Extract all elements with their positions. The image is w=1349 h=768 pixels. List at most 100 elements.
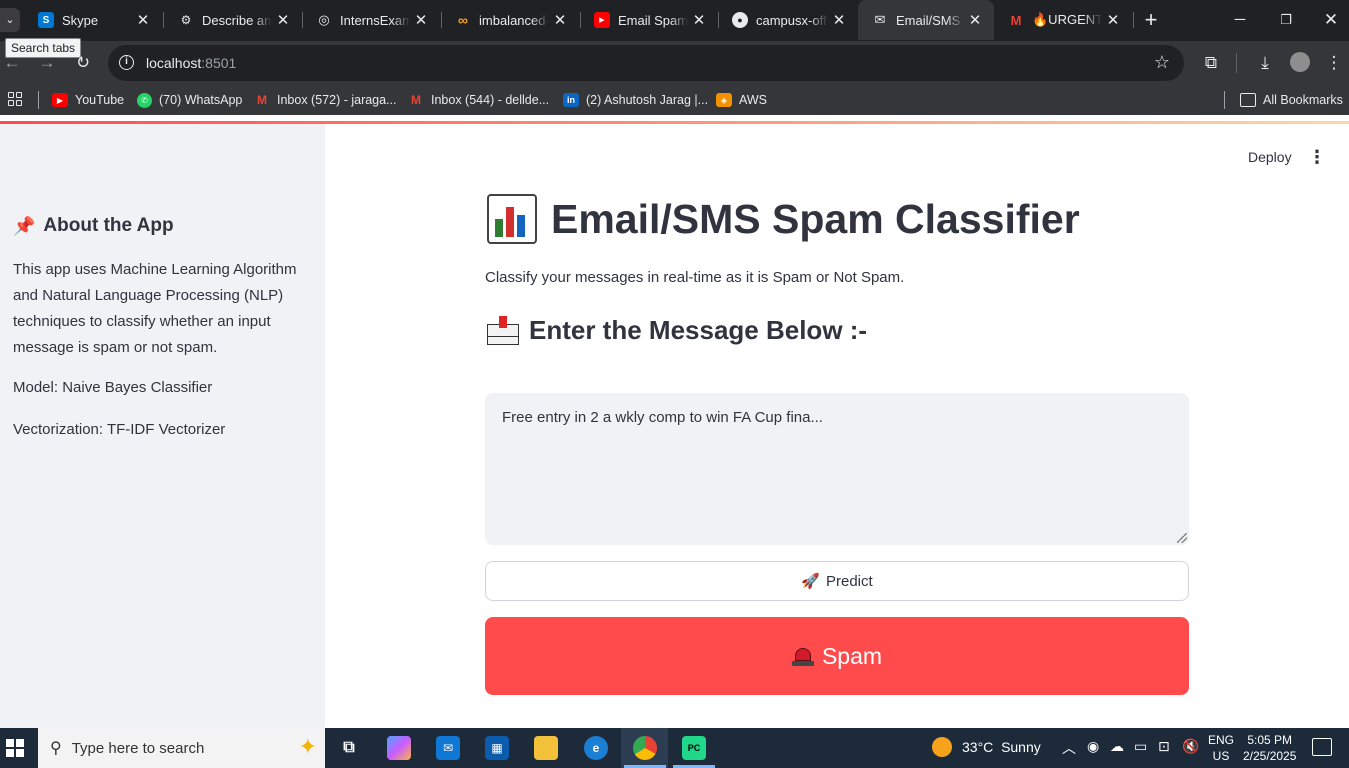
- clock[interactable]: 5:05 PM 2/25/2025: [1243, 732, 1296, 764]
- bookmark-label: (2) Ashutosh Jarag |...: [586, 93, 709, 107]
- tab-title: Email Spam: [618, 12, 688, 28]
- input-heading: Enter the Message Below :-: [487, 315, 867, 346]
- inbox-envelope-icon: [487, 315, 520, 346]
- tab-title: 🔥URGENT: S: [1032, 12, 1102, 27]
- bookmark-whatsapp[interactable]: ✆ (70) WhatsApp: [137, 91, 242, 109]
- tab-title: InternsExam: [340, 12, 410, 28]
- tab-title: campusx-off: [756, 12, 827, 28]
- new-tab-plus-icon[interactable]: +: [1139, 6, 1163, 34]
- result-banner-spam: Spam: [485, 617, 1189, 695]
- network-icon[interactable]: ⊡: [1158, 738, 1170, 755]
- minimize-icon[interactable]: ─: [1217, 6, 1263, 34]
- close-tab-icon[interactable]: ✕: [132, 11, 154, 29]
- tab-email-spam-video[interactable]: ▶ Email Spam ✕: [580, 0, 718, 40]
- download-icon[interactable]: ⤓: [1254, 52, 1276, 74]
- apps-grid-icon[interactable]: [8, 92, 22, 106]
- tab-title: Describe and: [202, 12, 272, 28]
- task-view-icon[interactable]: ⧉: [337, 736, 361, 760]
- bar-chart-icon: [487, 194, 537, 244]
- tab-describe[interactable]: ⚙ Describe and ✕: [164, 0, 302, 40]
- tab-campusx[interactable]: ● campusx-off ✕: [718, 0, 858, 40]
- tab-gmail-urgent[interactable]: M 🔥URGENT: S ✕: [994, 0, 1132, 40]
- tab-title: imbalanced-: [479, 12, 549, 28]
- tab-spam-classifier-active[interactable]: ✉ Email/SMS S ✕: [858, 0, 994, 40]
- notifications-icon[interactable]: [1312, 738, 1332, 756]
- extensions-icon[interactable]: ⧉: [1200, 52, 1222, 74]
- onedrive-icon[interactable]: ☁: [1110, 738, 1124, 755]
- close-tab-icon[interactable]: ✕: [410, 11, 432, 29]
- pycharm-icon[interactable]: PC: [682, 736, 706, 760]
- predict-button[interactable]: 🚀 Predict: [485, 561, 1189, 601]
- bookmark-gmail-572[interactable]: M Inbox (572) - jaraga...: [254, 91, 397, 109]
- sun-icon: [932, 737, 952, 757]
- edge-icon[interactable]: e: [584, 736, 608, 760]
- message-input[interactable]: Free entry in 2 a wkly comp to win FA Cu…: [485, 393, 1189, 545]
- close-window-icon[interactable]: ✕: [1308, 6, 1349, 34]
- rocket-icon: 🚀: [801, 573, 820, 590]
- tab-separator: [1133, 12, 1134, 28]
- battery-icon[interactable]: ▭: [1134, 738, 1147, 755]
- chrome-icon[interactable]: [633, 736, 657, 760]
- profile-avatar[interactable]: [1290, 52, 1310, 72]
- tab-skype[interactable]: S Skype ✕: [24, 0, 162, 40]
- main-menu-icon[interactable]: ⋮: [1308, 148, 1326, 166]
- file-explorer-icon[interactable]: [534, 736, 558, 760]
- close-tab-icon[interactable]: ✕: [688, 11, 710, 29]
- sidebar-heading: 📌 About the App: [13, 215, 174, 236]
- close-tab-icon[interactable]: ✕: [964, 11, 986, 29]
- tab-imbalanced[interactable]: ∞ imbalanced- ✕: [441, 0, 579, 40]
- tab-internsexam[interactable]: ◎ InternsExam ✕: [302, 0, 440, 40]
- bookmark-linkedin[interactable]: in (2) Ashutosh Jarag |...: [563, 91, 708, 109]
- restore-icon[interactable]: ❐: [1263, 6, 1309, 34]
- copilot-icon[interactable]: [387, 736, 411, 760]
- bookmark-gmail-544[interactable]: M Inbox (544) - dellde...: [408, 91, 549, 109]
- browser-toolbar: ← → ↻ i localhost:8501 ☆ ⧉ ⤓ ⋮: [0, 41, 1349, 85]
- bookmark-youtube[interactable]: ▶ YouTube: [52, 91, 124, 109]
- bookmark-label: Inbox (572) - jaraga...: [277, 93, 397, 107]
- siren-icon: [791, 646, 814, 666]
- close-tab-icon[interactable]: ✕: [272, 11, 294, 29]
- deploy-button[interactable]: Deploy: [1240, 147, 1300, 167]
- sidebar-model: Model: Naive Bayes Classifier: [13, 379, 213, 396]
- tray-chevron-icon[interactable]: ︿: [1062, 738, 1076, 758]
- close-tab-icon[interactable]: ✕: [1102, 11, 1124, 29]
- skype-icon: S: [38, 12, 54, 28]
- all-bookmarks-folder[interactable]: All Bookmarks: [1240, 91, 1343, 109]
- tab-search-button[interactable]: ⌄: [0, 8, 20, 32]
- tooltip-search-tabs: Search tabs: [5, 38, 82, 58]
- weather-widget[interactable]: 33°C Sunny: [932, 737, 1041, 757]
- volume-muted-icon[interactable]: 🔇: [1182, 738, 1199, 755]
- textarea-resize-handle[interactable]: [1177, 533, 1187, 543]
- taskbar-search[interactable]: ⚲ Type here to search ✦: [38, 728, 325, 768]
- address-bar[interactable]: i localhost:8501 ☆: [108, 45, 1184, 81]
- site-info-icon[interactable]: i: [119, 55, 134, 70]
- bookmark-label: (70) WhatsApp: [159, 93, 243, 107]
- close-tab-icon[interactable]: ✕: [828, 11, 850, 29]
- copilot-sparkle-icon[interactable]: ✦: [299, 734, 317, 760]
- taskbar: ⚲ Type here to search ✦ ⧉ ✉ ▦ e PC 33°C …: [0, 728, 1349, 768]
- app-page: 📌 About the App This app uses Machine Le…: [0, 124, 1349, 728]
- folder-icon: [1240, 93, 1256, 107]
- mail-icon[interactable]: ✉: [436, 736, 460, 760]
- sidebar-vectorizer: Vectorization: TF-IDF Vectorizer: [13, 421, 226, 438]
- bookmark-aws[interactable]: ◈ AWS: [716, 91, 767, 109]
- globe-icon: ◎: [318, 12, 330, 27]
- close-tab-icon[interactable]: ✕: [549, 11, 571, 29]
- bookmarks-divider: [1224, 91, 1225, 109]
- meet-now-icon[interactable]: ◉: [1087, 738, 1099, 755]
- github-icon: ●: [732, 12, 748, 28]
- whatsapp-icon: ✆: [137, 92, 152, 108]
- store-icon[interactable]: ▦: [485, 736, 509, 760]
- page-subtitle: Classify your messages in real-time as i…: [485, 269, 905, 286]
- tab-title: Email/SMS S: [896, 12, 964, 28]
- tab-title: Skype: [62, 12, 99, 28]
- bookmark-label: YouTube: [75, 93, 125, 107]
- menu-kebab-icon[interactable]: ⋮: [1323, 52, 1345, 74]
- linkedin-icon: in: [563, 93, 579, 107]
- url-text[interactable]: localhost:8501: [146, 55, 236, 71]
- bookmark-star-icon[interactable]: ☆: [1154, 52, 1170, 73]
- input-language[interactable]: ENG US: [1208, 732, 1234, 764]
- windows-start-icon[interactable]: [6, 739, 24, 757]
- gmail-icon: M: [257, 93, 267, 107]
- bookmark-label: Inbox (544) - dellde...: [431, 93, 550, 107]
